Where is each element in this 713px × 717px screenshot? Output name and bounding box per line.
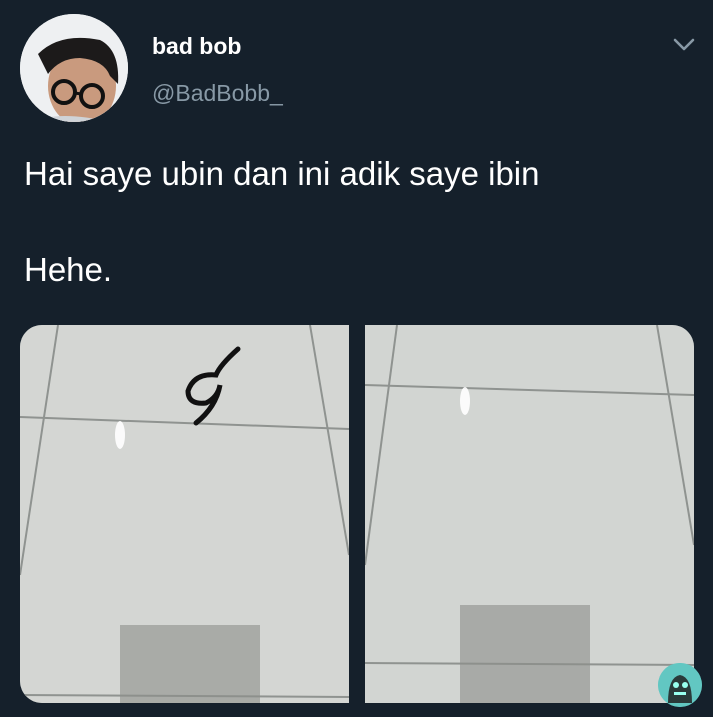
tweet-photo-2[interactable]: [365, 325, 694, 703]
chevron-down-icon[interactable]: [668, 30, 700, 58]
app-logo-badge: [658, 663, 702, 707]
tweet-media-grid: [20, 325, 694, 703]
display-name[interactable]: bad bob: [152, 33, 241, 60]
avatar-image: [20, 14, 128, 122]
tweet-text-line-1: Hai saye ubin dan ini adik saye ibin: [24, 155, 540, 192]
tweet-text-line-2: Hehe.: [24, 251, 113, 288]
tweet-photo-1[interactable]: [20, 325, 349, 703]
profile-avatar[interactable]: [20, 14, 128, 122]
user-handle[interactable]: @BadBobb_: [152, 80, 283, 107]
